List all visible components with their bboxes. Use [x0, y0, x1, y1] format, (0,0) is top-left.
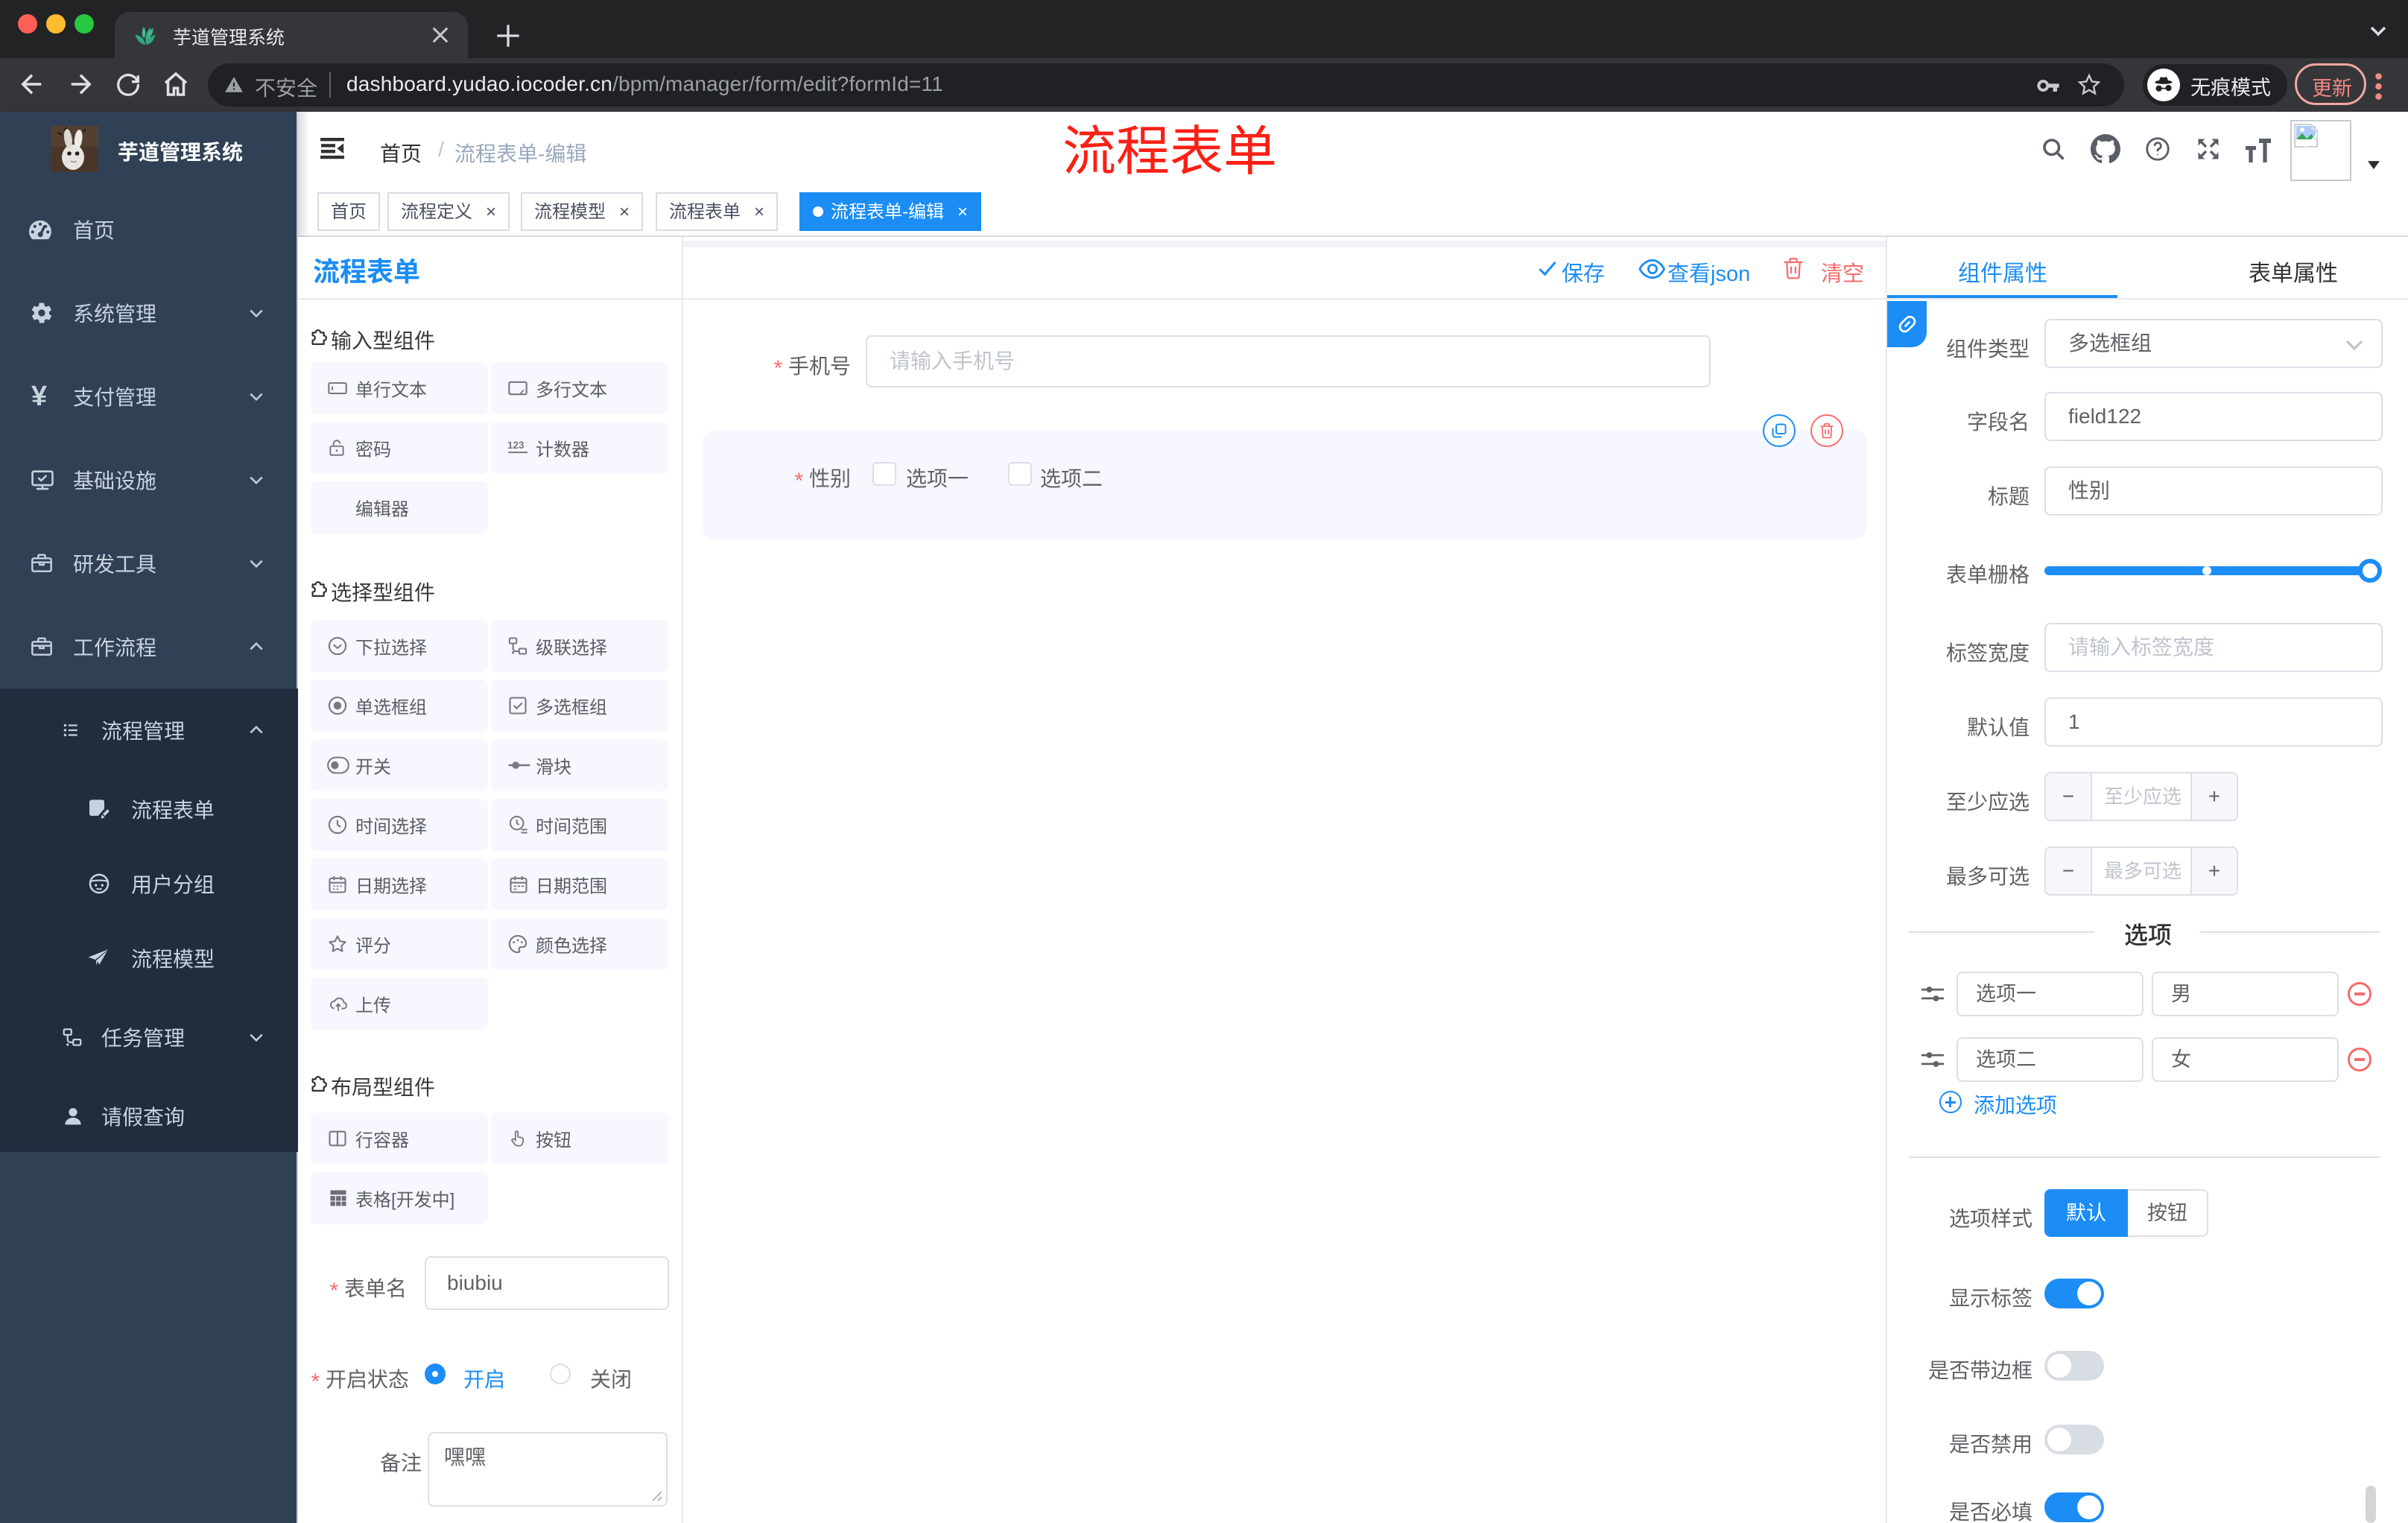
- svg-text:123: 123: [507, 440, 525, 451]
